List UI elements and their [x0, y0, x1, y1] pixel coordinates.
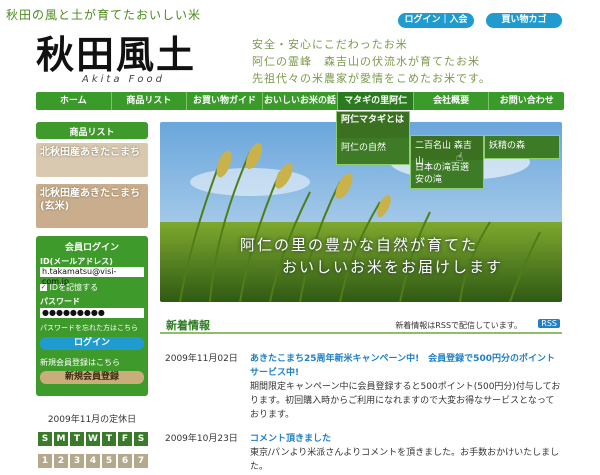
- calendar-day: 3: [70, 454, 84, 468]
- hero-line-2: おいしいお米をお届けします: [282, 258, 504, 276]
- dropdown-item[interactable]: 阿仁マタギとは: [337, 112, 409, 138]
- nav-products[interactable]: 商品リスト: [112, 92, 188, 110]
- calendar-day: 4: [86, 454, 100, 468]
- login-button[interactable]: ログイン: [40, 337, 144, 350]
- news-headline[interactable]: あきたこまち25周年新米キャンペーン中! 会員登録で500円分のポイントサービス…: [250, 352, 562, 380]
- password-label: パスワード: [40, 297, 80, 306]
- news-date: 2009年10月23日: [165, 434, 238, 444]
- product-label: 北秋田産あきたこまち: [40, 147, 140, 158]
- login-signup-button[interactable]: ログイン｜入会: [398, 13, 474, 28]
- mouse-cursor-icon: ☝: [456, 150, 464, 164]
- weekday-header: M: [54, 432, 68, 446]
- calendar-day: 2: [54, 454, 68, 468]
- calendar-title: 2009年11月の定休日: [47, 415, 137, 425]
- copy-line: 安全・安心にこだわったお米: [252, 38, 408, 51]
- submenu-item[interactable]: 日本の滝百選 安の滝: [411, 160, 483, 188]
- nav-guide[interactable]: お買い物ガイド: [187, 92, 263, 110]
- forgot-password-link[interactable]: パスワードを忘れた方はこちら: [40, 323, 138, 333]
- holiday-calendar: SMTWTFS 1234567: [36, 426, 148, 470]
- remember-label: IDを記憶する: [49, 283, 99, 292]
- id-label: ID(メールアドレス): [40, 257, 113, 266]
- remember-checkbox[interactable]: ✓: [40, 284, 47, 291]
- weekday-header: S: [38, 432, 52, 446]
- nav-rice-story[interactable]: おいしいお米の話: [263, 92, 339, 110]
- product-label: 北秋田産あきたこまち(玄米): [40, 188, 140, 212]
- products-title: 商品リスト: [69, 128, 115, 138]
- cart-label: 買い物カゴ: [501, 15, 547, 25]
- member-login-box: 会員ログイン ID(メールアドレス) h.takamatsu@visi-com.…: [36, 236, 148, 396]
- signup-text: 新規会員登録はこちら: [40, 358, 120, 367]
- news-date: 2009年11月02日: [165, 354, 238, 364]
- site-logo[interactable]: 秋田風土: [36, 24, 196, 79]
- password-input[interactable]: ●●●●●●●●●: [40, 308, 144, 318]
- calendar-day: 6: [118, 454, 132, 468]
- rss-text: 新着情報はRSSで配信しています。: [395, 321, 522, 330]
- nav-home[interactable]: ホーム: [36, 92, 112, 110]
- nav-matagi[interactable]: マタギの里阿仁: [338, 92, 414, 110]
- submenu-item[interactable]: 妖精の森: [485, 136, 559, 156]
- submenu-item[interactable]: 二百名山 森吉山: [411, 136, 483, 167]
- hero-line-1: 阿仁の里の豊かな自然が育てた: [240, 236, 479, 254]
- matagi-dropdown: 阿仁マタギとは 阿仁の自然: [336, 111, 410, 165]
- news-body: 期間限定キャンペーン中に会員登録すると500ポイント(500円分)付与しておりま…: [250, 382, 561, 420]
- remember-row: ✓ IDを記憶する: [40, 282, 98, 293]
- news-body: 東京/パンより米派さんよりコメントを頂きました。お手数おかけいたしました。: [250, 448, 560, 472]
- login-title: 会員ログイン: [64, 243, 119, 253]
- weekday-header: F: [118, 432, 132, 446]
- weekday-header: S: [134, 432, 148, 446]
- site-logo-subtitle: Akita Food: [82, 74, 165, 85]
- rss-badge[interactable]: RSS: [538, 319, 560, 328]
- weekday-header: W: [86, 432, 100, 446]
- calendar-day: 7: [134, 454, 148, 468]
- mori-submenu: 妖精の森: [484, 135, 560, 159]
- product-koshihikari[interactable]: 北秋田産あきたこまち: [36, 143, 148, 177]
- nav-contact[interactable]: お問い合わせ: [489, 92, 564, 110]
- news-header: 新着情報 新着情報はRSSで配信しています。 RSS: [160, 316, 562, 334]
- cart-button[interactable]: 買い物カゴ: [486, 13, 562, 28]
- news-title: 新着情報: [166, 319, 210, 332]
- copy-line: 阿仁の霊峰 森吉山の伏流水が育てたお米: [252, 55, 480, 68]
- product-genmai[interactable]: 北秋田産あきたこまち(玄米): [36, 184, 148, 228]
- hero-caption: 阿仁の里の豊かな自然が育てた おいしいお米をお届けします: [240, 234, 560, 278]
- news-headline[interactable]: コメント頂きました: [250, 432, 562, 446]
- nature-submenu: 二百名山 森吉山 日本の滝百選 安の滝: [410, 135, 484, 189]
- dropdown-item[interactable]: 阿仁の自然: [337, 138, 409, 162]
- header-copy: 安全・安心にこだわったお米 阿仁の霊峰 森吉山の伏流水が育てたお米 先祖代々の米…: [252, 36, 491, 87]
- signup-button[interactable]: 新規会員登録: [40, 371, 144, 384]
- copy-line: 先祖代々の米農家が愛情をこめたお米です。: [252, 72, 491, 85]
- site-tagline: 秋田の風と土が育てたおいしい米: [6, 8, 202, 22]
- products-title-bar: 商品リスト: [36, 122, 148, 139]
- id-input[interactable]: h.takamatsu@visi-com.jp: [40, 267, 144, 286]
- weekday-header: T: [102, 432, 116, 446]
- main-nav: ホーム 商品リスト お買い物ガイド おいしいお米の話 マタギの里阿仁 会社概要 …: [36, 92, 564, 110]
- weekday-header: T: [70, 432, 84, 446]
- calendar-day: 1: [38, 454, 52, 468]
- calendar-day: 5: [102, 454, 116, 468]
- nav-company[interactable]: 会社概要: [414, 92, 490, 110]
